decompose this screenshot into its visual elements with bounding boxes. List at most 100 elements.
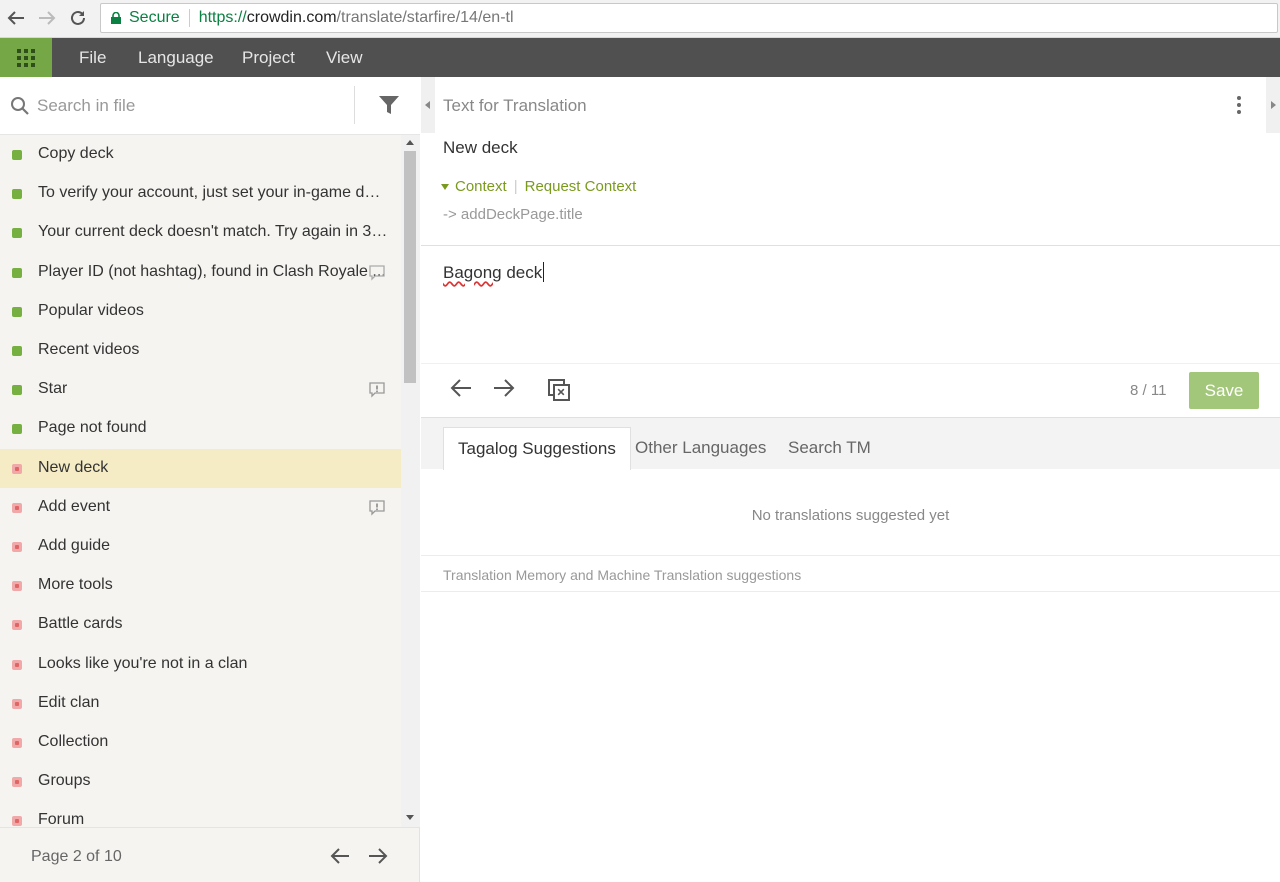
menu-project[interactable]: Project xyxy=(242,38,295,77)
list-item[interactable]: Add event xyxy=(0,488,401,527)
editor-pane: Text for Translation New deck Context | … xyxy=(421,77,1280,882)
translation-text: deck xyxy=(501,263,543,282)
list-scrollbar[interactable] xyxy=(401,135,420,827)
list-item[interactable]: Your current deck doesn't match. Try aga… xyxy=(0,213,401,252)
list-item[interactable]: Battle cards xyxy=(0,605,401,644)
secure-label: Secure xyxy=(129,9,180,26)
next-page-button[interactable] xyxy=(368,847,390,865)
collapse-left-button[interactable] xyxy=(421,77,435,133)
filter-button[interactable] xyxy=(378,94,402,118)
back-button[interactable] xyxy=(5,7,27,29)
misspelled-word: Bagong xyxy=(443,263,502,282)
list-item[interactable]: Edit clan xyxy=(0,684,401,723)
list-item[interactable]: Add guide xyxy=(0,527,401,566)
context-row: Context | Request Context xyxy=(441,178,636,195)
tab-other-languages[interactable]: Other Languages xyxy=(621,427,780,470)
scroll-thumb[interactable] xyxy=(404,151,416,383)
divider xyxy=(421,245,1280,246)
list-item-label: Your current deck doesn't match. Try aga… xyxy=(38,223,388,241)
search-bar xyxy=(0,77,420,135)
issue-icon[interactable] xyxy=(369,500,385,516)
list-item[interactable]: Copy deck xyxy=(0,135,401,174)
untranslated-status-icon xyxy=(12,698,22,709)
prev-page-button[interactable] xyxy=(330,847,352,865)
list-item-label: Page not found xyxy=(38,419,147,437)
list-item[interactable]: New deck xyxy=(0,448,401,488)
url-protocol: https:// xyxy=(198,9,247,26)
forward-button[interactable] xyxy=(36,7,58,29)
list-item[interactable]: Popular videos xyxy=(0,292,401,331)
context-toggle[interactable]: Context xyxy=(455,178,507,195)
collapse-right-button[interactable] xyxy=(1266,77,1280,133)
app-menubar: File Language Project View xyxy=(0,38,1280,77)
url-path: /translate/starfire/14/en-tl xyxy=(336,9,514,26)
list-item-label: Add guide xyxy=(38,537,111,554)
divider xyxy=(421,591,1280,592)
translated-status-icon xyxy=(12,150,22,160)
more-options-icon[interactable] xyxy=(1235,96,1243,116)
menu-language[interactable]: Language xyxy=(138,38,214,77)
reload-icon xyxy=(71,10,85,25)
search-divider xyxy=(354,86,355,124)
translated-status-icon xyxy=(12,228,22,239)
list-item[interactable]: Groups xyxy=(0,762,401,801)
request-context-link[interactable]: Request Context xyxy=(525,178,637,195)
list-item-label: To verify your account, just set your in… xyxy=(38,184,388,202)
list-item-label: Forum xyxy=(38,811,85,827)
scroll-up-arrow[interactable] xyxy=(406,140,414,145)
arrow-left-icon xyxy=(450,379,471,397)
list-item[interactable]: Page not found xyxy=(0,409,401,448)
list-item-label: Copy deck xyxy=(38,145,114,162)
list-item[interactable]: More tools xyxy=(0,566,401,605)
menu-view[interactable]: View xyxy=(326,38,363,77)
list-item-label: Add event xyxy=(38,497,111,515)
list-item[interactable]: Looks like you're not in a clan xyxy=(0,645,401,684)
list-item[interactable]: Forum xyxy=(0,801,401,827)
search-icon xyxy=(11,97,29,115)
arrow-left-icon xyxy=(330,848,349,864)
untranslated-status-icon xyxy=(12,777,22,788)
menu-file[interactable]: File xyxy=(79,38,106,77)
scroll-down-arrow[interactable] xyxy=(406,815,414,820)
save-button[interactable]: Save xyxy=(1189,372,1259,409)
reload-button[interactable] xyxy=(67,7,89,29)
untranslated-status-icon xyxy=(12,620,22,631)
list-item[interactable]: Player ID (not hashtag), found in Clash … xyxy=(0,253,401,292)
text-caret xyxy=(543,262,545,282)
translated-status-icon xyxy=(12,306,22,317)
arrow-right-icon xyxy=(494,379,515,397)
list-item[interactable]: Recent videos xyxy=(0,331,401,370)
arrow-right-icon xyxy=(39,11,56,25)
previous-string-button[interactable] xyxy=(450,378,476,402)
next-string-button[interactable] xyxy=(493,378,519,402)
translation-input[interactable]: Bagong deck xyxy=(443,262,545,283)
list-item-label: Star xyxy=(38,380,68,398)
untranslated-status-icon xyxy=(12,659,22,670)
untranslated-status-icon xyxy=(12,542,22,552)
issue-icon[interactable] xyxy=(369,382,385,398)
url-host: crowdin.com xyxy=(246,9,337,26)
list-item-label: Player ID (not hashtag), found in Clash … xyxy=(38,262,386,280)
copy-source-button[interactable] xyxy=(547,378,573,402)
suggestions-tabs: Tagalog Suggestions Other Languages Sear… xyxy=(421,417,1280,470)
untranslated-status-icon xyxy=(12,816,22,827)
apps-menu-button[interactable] xyxy=(0,38,52,77)
translated-status-icon xyxy=(12,267,22,278)
tab-tagalog-suggestions[interactable]: Tagalog Suggestions xyxy=(443,427,631,470)
tab-search-tm[interactable]: Search TM xyxy=(774,427,885,470)
comment-icon[interactable] xyxy=(369,264,385,281)
section-title: Text for Translation xyxy=(443,96,587,115)
empty-suggestions-message: No translations suggested yet xyxy=(751,507,950,524)
address-bar[interactable]: Secure https://crowdin.com/translate/sta… xyxy=(100,3,1278,33)
list-item[interactable]: Star xyxy=(0,370,401,409)
untranslated-status-icon xyxy=(12,581,22,592)
list-item[interactable]: To verify your account, just set your in… xyxy=(0,174,401,213)
search-input[interactable] xyxy=(37,93,337,119)
list-item[interactable]: Collection xyxy=(0,723,401,762)
page-indicator: Page 2 of 10 xyxy=(31,848,122,865)
list-item-label: Recent videos xyxy=(38,341,140,358)
list-item-label: Edit clan xyxy=(38,693,100,711)
divider xyxy=(421,555,1280,556)
context-separator: | xyxy=(513,178,518,195)
grid-icon xyxy=(17,48,35,67)
